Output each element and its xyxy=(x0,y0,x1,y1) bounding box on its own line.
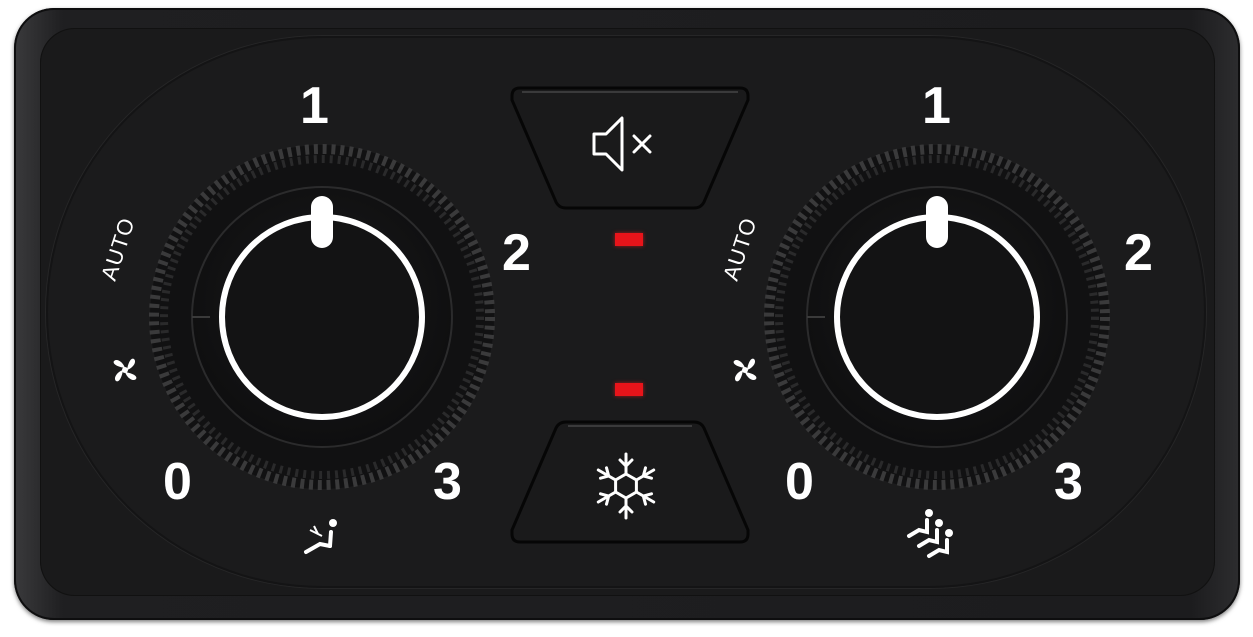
right-knob-graphic xyxy=(764,144,1110,490)
right-climate-knob[interactable] xyxy=(761,141,1113,493)
fan-icon xyxy=(730,355,760,390)
left-knob-label-2: 2 xyxy=(502,224,531,282)
right-knob-label-1: 1 xyxy=(922,77,951,135)
right-knob-label-2: 2 xyxy=(1124,224,1153,282)
left-climate-knob[interactable] xyxy=(146,141,498,493)
mute-indicator-led xyxy=(615,233,643,246)
fan-icon xyxy=(110,355,140,390)
snowflake-icon xyxy=(594,450,658,527)
left-knob-label-1: 1 xyxy=(300,77,329,135)
seat-recline-icon xyxy=(300,516,344,565)
speaker-mute-icon xyxy=(588,112,668,181)
multi-seat-icon xyxy=(905,506,965,567)
ac-indicator-led xyxy=(615,383,643,396)
left-knob-graphic xyxy=(149,144,495,490)
